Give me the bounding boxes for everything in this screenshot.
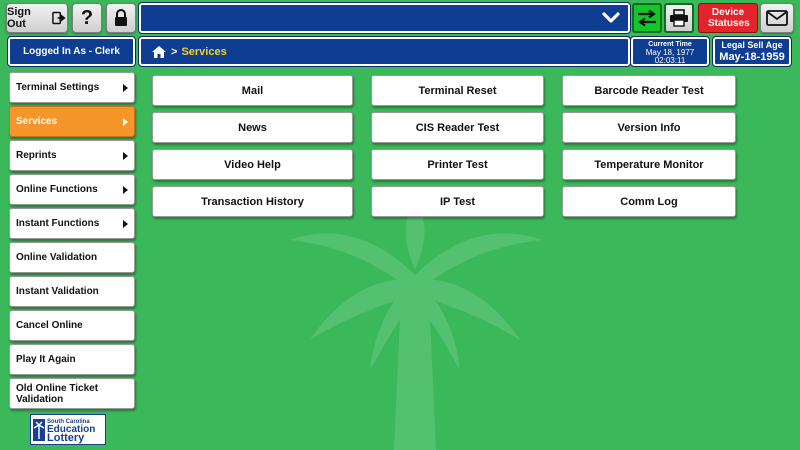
mail-button[interactable] (760, 3, 794, 33)
sidebar-item-label: Terminal Settings (16, 82, 100, 93)
video-help-button[interactable]: Video Help (152, 149, 353, 180)
barcode-reader-test-button[interactable]: Barcode Reader Test (562, 75, 736, 106)
sign-out-label: Sign Out (7, 6, 31, 30)
device-statuses-label: Device Statuses (708, 7, 750, 29)
breadcrumb-current: Services (181, 45, 227, 58)
button-label: IP Test (439, 195, 476, 208)
top-dropdown-bar[interactable] (138, 2, 631, 34)
sidebar-item-online-validation[interactable]: Online Validation (9, 242, 135, 273)
sidebar-item-label: Old Online Ticket Validation (16, 382, 99, 405)
lock-button[interactable] (106, 3, 136, 33)
button-label: Barcode Reader Test (594, 84, 704, 97)
sidebar-item-label: Play It Again (16, 354, 76, 365)
button-label: CIS Reader Test (415, 121, 500, 134)
sidebar-item-online-functions[interactable]: Online Functions (9, 174, 135, 205)
version-info-button[interactable]: Version Info (562, 112, 736, 143)
sidebar-item-terminal-settings[interactable]: Terminal Settings (9, 72, 135, 103)
button-label: Transaction History (201, 195, 304, 208)
button-label: Video Help (224, 158, 281, 171)
sign-out-button[interactable]: Sign Out (6, 3, 68, 33)
legal-sell-age-value: May-18-1959 (719, 51, 785, 63)
caret-right-icon (123, 117, 128, 126)
swap-arrows-icon (638, 9, 656, 27)
sidebar-item-label: Cancel Online (16, 320, 83, 331)
news-button[interactable]: News (152, 112, 353, 143)
caret-right-icon (123, 151, 128, 160)
sidebar-item-label: Instant Functions (16, 218, 100, 229)
printer-icon (670, 9, 688, 27)
sidebar-item-instant-validation[interactable]: Instant Validation (9, 276, 135, 307)
button-label: Version Info (617, 121, 681, 134)
sidebar-item-label: Reprints (16, 150, 57, 161)
device-statuses-button[interactable]: Device Statuses (698, 3, 758, 33)
logged-in-label: Logged In As - Clerk (23, 46, 120, 57)
current-time-value: 02:03:11 (654, 56, 686, 65)
help-label: ? (80, 6, 94, 29)
mail-service-button[interactable]: Mail (152, 75, 353, 106)
palmetto-tree-watermark (290, 205, 542, 450)
logged-in-status: Logged In As - Clerk (7, 36, 136, 67)
sidebar-item-reprints[interactable]: Reprints (9, 140, 135, 171)
caret-right-icon (123, 185, 128, 194)
comm-log-button[interactable]: Comm Log (562, 186, 736, 217)
chevron-down-icon[interactable] (602, 12, 620, 24)
ip-test-button[interactable]: IP Test (371, 186, 544, 217)
temperature-monitor-button[interactable]: Temperature Monitor (562, 149, 736, 180)
breadcrumb-separator: > (171, 45, 178, 58)
sidebar-item-play-it-again[interactable]: Play It Again (9, 344, 135, 375)
logo-line-3: Lottery (47, 431, 85, 444)
sc-education-lottery-logo: South Carolina Education Lottery (30, 414, 106, 445)
envelope-icon (766, 10, 788, 26)
sidebar-item-label: Online Functions (16, 184, 98, 195)
sidebar-item-old-online-ticket-validation[interactable]: Old Online Ticket Validation (9, 378, 135, 409)
sidebar-item-cancel-online[interactable]: Cancel Online (9, 310, 135, 341)
swap-button[interactable] (632, 3, 662, 33)
current-time-display: Current Time May 18, 1977 02:03:11 (630, 36, 710, 67)
help-button[interactable]: ? (72, 3, 102, 33)
printer-test-button[interactable]: Printer Test (371, 149, 544, 180)
legal-sell-age-label: Legal Sell Age (721, 40, 783, 50)
caret-right-icon (123, 83, 128, 92)
terminal-reset-button[interactable]: Terminal Reset (371, 75, 544, 106)
sidebar-item-label: Instant Validation (16, 286, 99, 297)
button-label: Printer Test (427, 158, 488, 171)
legal-sell-age-display: Legal Sell Age May-18-1959 (712, 36, 792, 67)
home-icon[interactable] (151, 45, 167, 59)
sign-out-arrow-icon (52, 11, 66, 25)
sidebar-item-label: Online Validation (16, 252, 98, 263)
cis-reader-test-button[interactable]: CIS Reader Test (371, 112, 544, 143)
button-label: Mail (241, 84, 264, 97)
lock-icon (115, 9, 127, 26)
caret-right-icon (123, 219, 128, 228)
button-label: News (238, 121, 267, 134)
palmetto-logo-icon (33, 418, 45, 441)
transaction-history-button[interactable]: Transaction History (152, 186, 353, 217)
button-label: Comm Log (620, 195, 678, 208)
sidebar-item-label: Services (16, 116, 58, 127)
sidebar-item-instant-functions[interactable]: Instant Functions (9, 208, 135, 239)
print-button[interactable] (664, 3, 694, 33)
breadcrumb: > Services (138, 36, 631, 67)
sidebar-item-services[interactable]: Services (9, 106, 135, 137)
button-label: Terminal Reset (418, 84, 497, 97)
button-label: Temperature Monitor (594, 158, 704, 171)
